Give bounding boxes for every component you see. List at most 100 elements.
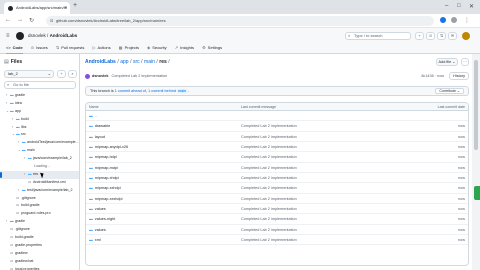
side-panel-tab[interactable] <box>474 186 480 200</box>
new-tab-button[interactable]: + <box>73 2 77 9</box>
breadcrumb-segment[interactable]: app <box>120 59 128 65</box>
row-commit-message[interactable]: Completed Lab 2 implementation <box>241 163 297 173</box>
folder-link[interactable]: mipmap-mdpi <box>95 166 118 170</box>
browser-tab[interactable]: AndroidLabs/app/src/main/re × <box>4 2 70 14</box>
history-button[interactable]: History <box>449 72 469 80</box>
tab-settings[interactable]: ⚙ Settings <box>202 43 222 53</box>
repo-link[interactable]: AndroidLabs <box>50 33 78 38</box>
table-row[interactable]: ▬ mipmap-anydpi-v26 Completed Lab 2 implem… <box>86 142 468 153</box>
row-commit-message[interactable]: Completed Lab 2 implementation <box>241 225 297 235</box>
folder-link[interactable]: mipmap-xxxhdpi <box>95 197 123 201</box>
tree-item[interactable]: ▭ AndroidManifest.xml <box>0 179 79 187</box>
sidebar-toggle-icon[interactable]: ▤ <box>4 59 9 65</box>
row-commit-message[interactable]: Completed Lab 2 implementation <box>241 152 297 162</box>
add-file-button[interactable]: Add file ⌄ <box>436 58 458 66</box>
folder-link[interactable]: xml <box>95 238 101 242</box>
tab-projects[interactable]: ▦ Projects <box>119 43 139 53</box>
table-row[interactable]: ▬ layout Completed Lab 2 implementation now <box>86 132 468 143</box>
folder-link[interactable]: mipmap-xxhdpi <box>95 186 121 190</box>
tree-item[interactable]: ▭ build.gradle <box>0 202 79 210</box>
breadcrumb-segment[interactable]: main <box>144 59 155 65</box>
parent-directory-link[interactable]: .. <box>95 114 97 118</box>
close-tab-icon[interactable]: × <box>64 2 67 14</box>
tree-item[interactable]: › ▬libs <box>0 124 79 132</box>
parent-directory-row[interactable]: ▬.. <box>86 111 468 122</box>
close-window-button[interactable]: ✕ <box>469 3 474 10</box>
row-commit-message[interactable]: Completed Lab 2 implementation <box>241 235 297 245</box>
inbox-icon[interactable]: ✉ <box>448 32 457 40</box>
row-commit-message[interactable]: Completed Lab 2 implementation <box>241 121 297 131</box>
owner-link[interactable]: dsnovlek <box>28 33 46 38</box>
tree-item[interactable]: ⌄▬main <box>0 147 79 155</box>
table-row[interactable]: ▬ drawable Completed Lab 2 implementation n… <box>86 121 468 132</box>
search-input[interactable]: ⌕ Type / to search <box>345 32 411 40</box>
folder-link[interactable]: values <box>95 207 106 211</box>
issues-icon[interactable]: ⊙ <box>426 32 435 40</box>
row-commit-message[interactable]: Completed Lab 2 implementation <box>241 142 297 152</box>
tab-code[interactable]: <> Code <box>6 43 23 54</box>
back-icon[interactable]: ← <box>5 17 11 23</box>
table-row[interactable]: ▬ mipmap-xhdpi Completed Lab 2 implementat… <box>86 173 468 184</box>
extension-icon[interactable] <box>440 17 446 23</box>
target-branch[interactable]: main <box>177 89 188 93</box>
github-logo-icon[interactable] <box>16 32 24 40</box>
contribute-button[interactable]: Contribute ⌄ <box>435 88 464 94</box>
tree-item[interactable]: ▭ gradle.properties <box>0 242 79 250</box>
tree-item[interactable]: › ▬gradle <box>0 218 79 226</box>
profile-icon[interactable] <box>451 17 457 23</box>
tab-security[interactable]: ◈ Security <box>147 43 167 53</box>
branch-selector[interactable]: lab_2 ⌄ <box>4 70 54 78</box>
reload-icon[interactable]: ↻ <box>29 17 34 24</box>
folder-link[interactable]: mipmap-hdpi <box>95 155 117 159</box>
folder-link[interactable]: mipmap-xhdpi <box>95 176 119 180</box>
user-avatar[interactable] <box>462 32 470 40</box>
url-field[interactable]: ⊡ github.com/dsnovlek/AndroidLabs/tree/l… <box>46 16 434 26</box>
tree-item[interactable]: ▭ .gitignore <box>0 226 79 234</box>
folder-link[interactable]: drawable <box>95 124 110 128</box>
table-row[interactable]: ▬ values Completed Lab 2 implementation now <box>86 225 468 236</box>
commit-hash-time[interactable]: 8c1436 · now <box>421 74 444 78</box>
table-row[interactable]: ▬ mipmap-xxxhdpi Completed Lab 2 implement… <box>86 194 468 205</box>
row-commit-message[interactable]: Completed Lab 2 implementation <box>241 204 297 214</box>
row-commit-message[interactable]: Completed Lab 2 implementation <box>241 132 297 142</box>
more-options-button[interactable]: ··· <box>461 58 469 66</box>
scrollbar-thumb[interactable] <box>474 60 478 150</box>
tree-item[interactable]: ⌄▬app <box>0 108 79 116</box>
table-row[interactable]: ▬ mipmap-xxhdpi Completed Lab 2 implementa… <box>86 183 468 194</box>
folder-link[interactable]: layout <box>95 135 105 139</box>
minimize-window-button[interactable]: – <box>445 3 448 9</box>
table-row[interactable]: ▬ values-night Completed Lab 2 implementat… <box>86 214 468 225</box>
commit-author[interactable]: dsnovlek <box>92 74 108 78</box>
tree-item[interactable]: › ▬java/com/example/lab_2 <box>0 155 79 163</box>
tab-pull-requests[interactable]: ⇅ Pull requests <box>56 43 84 53</box>
tree-item[interactable]: › ▬build <box>0 116 79 124</box>
browser-menu-icon[interactable]: ⋮ <box>464 17 470 24</box>
tab-issues[interactable]: ⊙ Issues <box>31 43 48 53</box>
tree-item[interactable]: ▭ gradlew.bat <box>0 258 79 266</box>
breadcrumb-segment[interactable]: AndroidLabs <box>85 59 116 65</box>
tree-item[interactable]: › ▬test/java/com/example/lab_2 <box>0 187 79 195</box>
row-commit-message[interactable]: Completed Lab 2 implementation <box>241 194 297 204</box>
forward-icon[interactable]: → <box>17 17 23 23</box>
tree-item[interactable]: ▭ gradlew <box>0 250 79 258</box>
create-new-icon[interactable]: + <box>415 32 424 40</box>
row-commit-message[interactable]: Completed Lab 2 implementation <box>241 183 297 193</box>
row-commit-message[interactable]: Completed Lab 2 implementation <box>241 173 297 183</box>
commit-message[interactable]: Completed Lab 2 implementation <box>111 74 167 78</box>
folder-link[interactable]: values-night <box>95 217 115 221</box>
tree-item[interactable]: › ▬idea <box>0 100 79 108</box>
tree-search-icon[interactable]: ⌕ <box>68 70 77 78</box>
ahead-link[interactable]: 1 commit ahead of <box>115 89 146 93</box>
tree-item[interactable]: › ▬gradle <box>0 92 79 100</box>
tab-insights[interactable]: ↗ Insights <box>175 43 194 53</box>
row-commit-message[interactable]: Completed Lab 2 implementation <box>241 214 297 224</box>
table-row[interactable]: ▬ mipmap-hdpi Completed Lab 2 implementati… <box>86 152 468 163</box>
folder-link[interactable]: values <box>95 228 106 232</box>
breadcrumb-segment[interactable]: src <box>133 59 140 65</box>
table-row[interactable]: ▬ values Completed Lab 2 implementation now <box>86 204 468 215</box>
table-row[interactable]: ▬ xml Completed Lab 2 implementation now <box>86 235 468 246</box>
maximize-window-button[interactable]: □ <box>457 3 461 9</box>
tree-item[interactable]: ▭ local.properties <box>0 266 79 270</box>
tree-item[interactable]: ▭ .gitignore <box>0 195 79 203</box>
page-scrollbar[interactable] <box>472 54 480 270</box>
